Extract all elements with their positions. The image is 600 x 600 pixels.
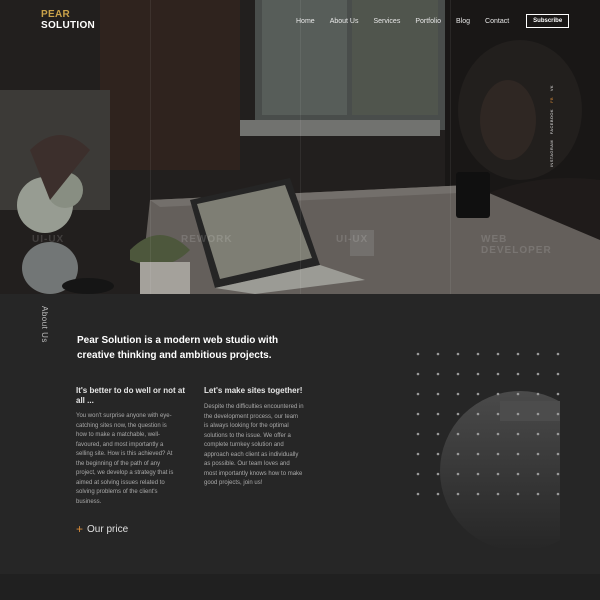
grid-dot bbox=[496, 432, 500, 436]
grid-dot bbox=[536, 352, 540, 356]
grid-line bbox=[300, 0, 301, 294]
grid-dot bbox=[556, 392, 560, 396]
grid-dot bbox=[436, 452, 440, 456]
hero-section: PEAR SOLUTION Home About Us Services Por… bbox=[0, 0, 600, 294]
grid-dot bbox=[476, 492, 480, 496]
social-link-instagram[interactable]: INSTAGRAM bbox=[549, 140, 554, 167]
nav-item-home[interactable]: Home bbox=[296, 18, 315, 25]
our-price-label: Our price bbox=[87, 523, 129, 535]
grid-dot bbox=[456, 352, 460, 356]
grid-dot bbox=[436, 492, 440, 496]
nav-item-contact[interactable]: Contact bbox=[485, 18, 509, 25]
grid-dot bbox=[476, 352, 480, 356]
grid-dot bbox=[416, 412, 420, 416]
hero-word-ui-ux: UI-UX bbox=[32, 234, 65, 245]
grid-dot bbox=[536, 472, 540, 476]
grid-dot bbox=[456, 372, 460, 376]
grid-dot bbox=[476, 432, 480, 436]
social-links: VK FB FACEBOOK INSTAGRAM bbox=[549, 85, 554, 167]
grid-dot bbox=[536, 372, 540, 376]
col2-title: Let's make sites together! bbox=[204, 386, 303, 395]
grid-dot bbox=[436, 392, 440, 396]
grid-dot bbox=[416, 452, 420, 456]
grid-dot bbox=[556, 492, 560, 496]
grid-dot bbox=[416, 352, 420, 356]
nav-item-services[interactable]: Services bbox=[373, 18, 400, 25]
grid-dot bbox=[476, 372, 480, 376]
hero-word-web-developer: WEB DEVELOPER bbox=[481, 234, 552, 256]
grid-dot bbox=[456, 392, 460, 396]
grid-dot bbox=[436, 472, 440, 476]
grid-dot bbox=[436, 412, 440, 416]
grid-dot bbox=[496, 352, 500, 356]
grid-dot bbox=[456, 432, 460, 436]
col2-text: Despite the difficulties encountered in … bbox=[204, 404, 304, 486]
grid-dot bbox=[556, 452, 560, 456]
grid-dot bbox=[476, 452, 480, 456]
social-link-fb[interactable]: FB bbox=[549, 97, 554, 103]
grid-dot bbox=[496, 412, 500, 416]
plus-icon: + bbox=[76, 522, 84, 536]
nav-item-about-us[interactable]: About Us bbox=[330, 18, 359, 25]
subscribe-button[interactable]: Subscribe bbox=[526, 14, 570, 28]
grid-dot bbox=[536, 452, 540, 456]
grid-dot bbox=[516, 492, 520, 496]
grid-dot bbox=[496, 372, 500, 376]
grid-dot bbox=[516, 372, 520, 376]
our-price-link[interactable]: + Our price bbox=[76, 523, 128, 535]
grid-dot bbox=[416, 472, 420, 476]
brand-logo[interactable]: PEAR SOLUTION bbox=[41, 9, 95, 31]
grid-dot bbox=[496, 452, 500, 456]
grid-dot bbox=[416, 372, 420, 376]
grid-dot bbox=[556, 432, 560, 436]
grid-dot bbox=[496, 392, 500, 396]
grid-dot bbox=[536, 392, 540, 396]
grid-dot bbox=[556, 412, 560, 416]
grid-dot bbox=[536, 432, 540, 436]
grid-dot bbox=[436, 432, 440, 436]
grid-dot bbox=[516, 432, 520, 436]
grid-dot bbox=[556, 352, 560, 356]
grid-dot bbox=[516, 392, 520, 396]
about-vertical-label: About Us bbox=[40, 306, 49, 343]
grid-dot bbox=[516, 452, 520, 456]
grid-dot bbox=[476, 412, 480, 416]
grid-dot bbox=[456, 412, 460, 416]
grid-dot bbox=[416, 492, 420, 496]
brand-line2: SOLUTION bbox=[41, 20, 96, 31]
grid-dot bbox=[536, 492, 540, 496]
nav-item-portfolio[interactable]: Portfolio bbox=[415, 18, 441, 25]
grid-dot bbox=[456, 492, 460, 496]
grid-dot bbox=[416, 432, 420, 436]
col1-text: You won't surprise anyone with eye-catch… bbox=[76, 413, 174, 505]
social-link-vk[interactable]: VK bbox=[549, 85, 554, 91]
grid-line bbox=[450, 0, 451, 294]
hero-word-ui-ux-2: UI-UX bbox=[336, 234, 369, 245]
grid-dot bbox=[556, 472, 560, 476]
brand-line1: PEAR bbox=[41, 9, 70, 20]
col1-title: It's better to do well or not at all ... bbox=[76, 386, 186, 405]
grid-dot bbox=[496, 492, 500, 496]
grid-dot bbox=[436, 352, 440, 356]
about-headline: Pear Solution is a modern web studio wit… bbox=[77, 335, 279, 361]
grid-dot bbox=[496, 472, 500, 476]
main-nav: Home About Us Services Portfolio Blog Co… bbox=[296, 14, 570, 28]
grid-dot bbox=[476, 472, 480, 476]
grid-dot bbox=[436, 372, 440, 376]
hero-word-rework: REWORK bbox=[181, 234, 233, 245]
grid-dot bbox=[456, 452, 460, 456]
grid-dot bbox=[456, 472, 460, 476]
grid-dot bbox=[516, 352, 520, 356]
grid-dot bbox=[516, 472, 520, 476]
grid-dot bbox=[476, 392, 480, 396]
grid-dot bbox=[556, 372, 560, 376]
footer-band bbox=[0, 574, 600, 600]
decorative-dot-grid bbox=[416, 352, 560, 551]
grid-dot bbox=[536, 412, 540, 416]
nav-item-blog[interactable]: Blog bbox=[456, 18, 470, 25]
grid-dot bbox=[416, 392, 420, 396]
social-link-facebook[interactable]: FACEBOOK bbox=[549, 109, 554, 134]
grid-line bbox=[150, 0, 151, 294]
grid-dot bbox=[516, 412, 520, 416]
